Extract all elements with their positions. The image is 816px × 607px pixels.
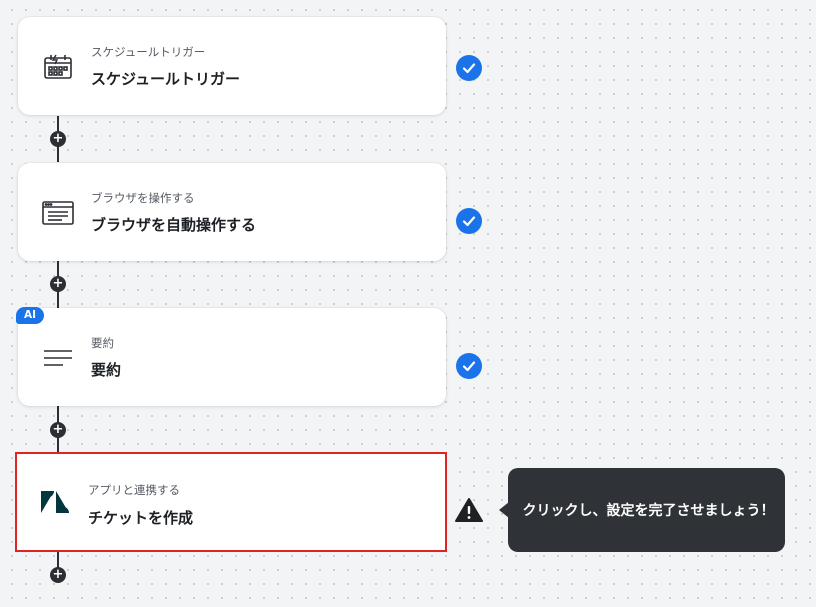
step-card-schedule-trigger[interactable]: スケジュールトリガー スケジュールトリガー — [18, 17, 446, 115]
complete-check-icon — [456, 208, 482, 234]
browser-window-icon — [42, 197, 74, 229]
add-step-button[interactable]: + — [50, 131, 66, 147]
text-lines-icon — [42, 342, 74, 374]
step-title: スケジュールトリガー — [91, 70, 240, 88]
step-card-browser[interactable]: ブラウザを操作する ブラウザを自動操作する — [18, 163, 446, 261]
ai-badge: AI — [16, 307, 45, 324]
step-subtitle: 要約 — [91, 336, 114, 350]
step-title: ブラウザを自動操作する — [91, 216, 257, 234]
step-subtitle: スケジュールトリガー — [91, 45, 206, 59]
step-title: 要約 — [91, 361, 122, 379]
add-step-button[interactable]: + — [50, 276, 66, 292]
step-title: チケットを作成 — [88, 509, 194, 527]
setup-tooltip: クリックし、設定を完了させましょう！ — [508, 468, 785, 552]
warning-icon — [455, 497, 483, 523]
step-card-summary[interactable]: AI 要約 要約 — [16, 307, 446, 406]
add-step-button[interactable]: + — [50, 567, 66, 583]
add-step-button[interactable]: + — [50, 422, 66, 438]
tooltip-text: クリックし、設定を完了させましょう！ — [522, 503, 775, 519]
complete-check-icon — [456, 55, 482, 81]
step-subtitle: アプリと連携する — [88, 483, 180, 497]
zendesk-icon — [39, 486, 71, 518]
step-card-create-ticket[interactable]: アプリと連携する チケットを作成 — [15, 452, 447, 552]
complete-check-icon — [456, 353, 482, 379]
calendar-icon — [42, 51, 74, 83]
step-subtitle: ブラウザを操作する — [91, 191, 195, 205]
